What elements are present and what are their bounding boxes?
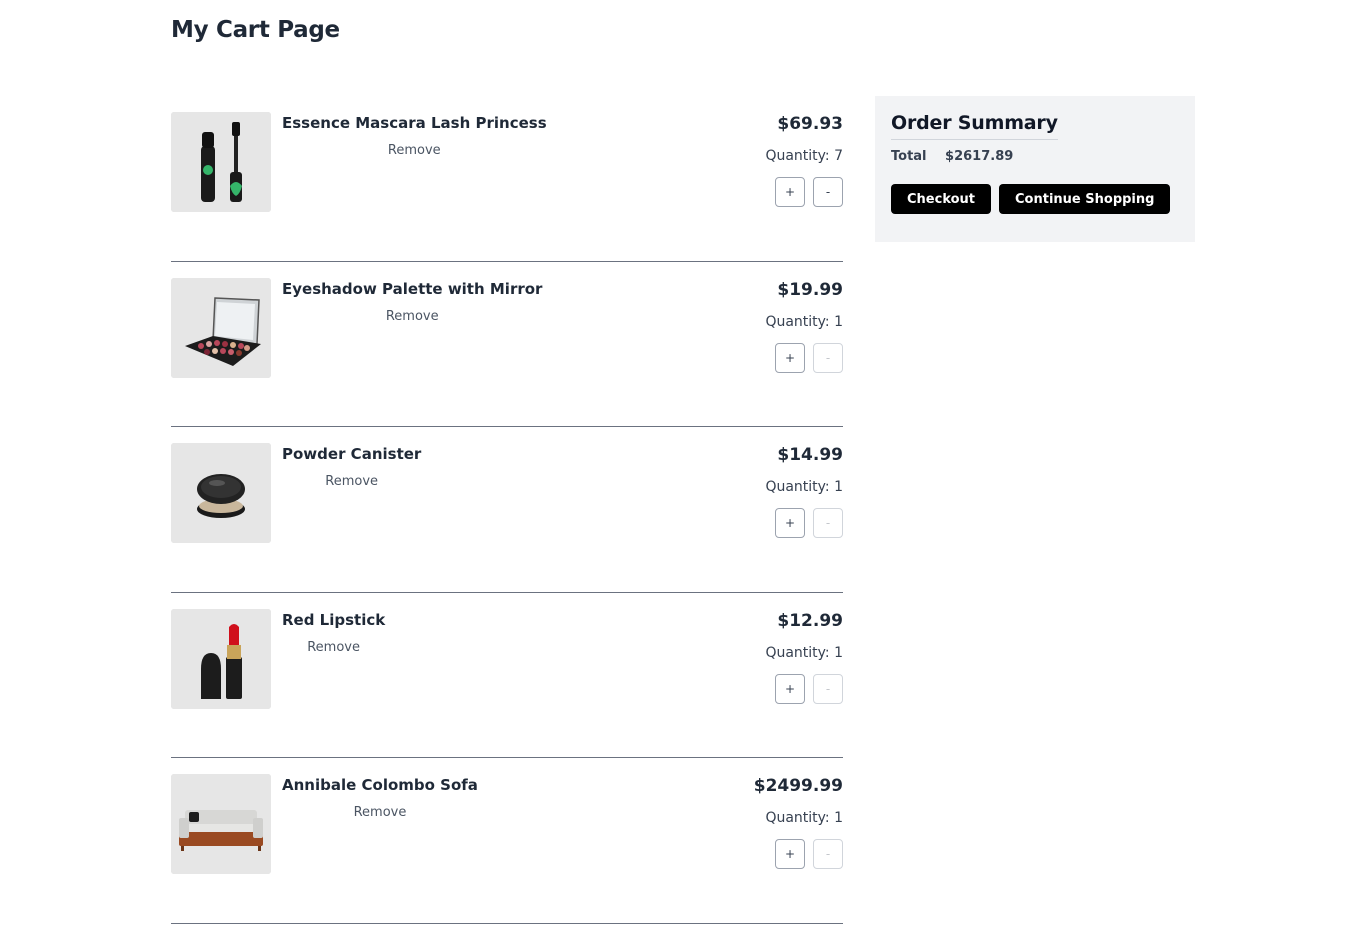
decrease-quantity-button[interactable]: - [813,342,843,373]
item-price-block: $69.93 Quantity: 7 + - [765,114,843,207]
item-quantity: Quantity: 1 [765,479,843,495]
decrease-quantity-button[interactable]: - [813,673,843,704]
order-total: Total $2617.89 [891,149,1179,164]
item-price-block: $14.99 Quantity: 1 + - [765,445,843,538]
item-quantity: Quantity: 1 [765,313,843,330]
item-price: $69.93 [777,114,843,134]
decrease-quantity-button[interactable]: - [813,177,843,207]
summary-actions: Checkout Continue Shopping [891,184,1179,214]
quantity-controls: + - [765,508,843,538]
decrease-quantity-button[interactable]: - [813,839,843,869]
increase-quantity-button[interactable]: + [775,342,805,373]
item-price: $12.99 [777,610,843,631]
increase-quantity-button[interactable]: + [775,177,805,207]
cart-list: Essence Mascara Lash Princess Remove $69… [171,96,843,924]
sofa-image [171,774,271,874]
quantity-controls: + - [765,342,843,373]
cart-item: Essence Mascara Lash Princess Remove $69… [171,96,843,262]
item-price-block: $12.99 Quantity: 1 + - [765,611,843,704]
cart-item: Annibale Colombo Sofa Remove $2499.99 Qu… [171,758,843,924]
order-total-value: $2617.89 [945,149,1014,164]
item-name: Powder Canister [282,445,422,463]
item-info: Red Lipstick Remove [282,611,385,655]
order-summary-title: Order Summary [891,112,1058,140]
increase-quantity-button[interactable]: + [775,673,805,704]
mascara-image [171,112,271,212]
remove-button[interactable]: Remove [282,143,547,158]
item-price-block: $2499.99 Quantity: 1 + - [754,776,843,869]
item-info: Essence Mascara Lash Princess Remove [282,114,547,158]
item-name: Red Lipstick [282,610,386,629]
lipstick-image [171,608,271,709]
item-quantity: Quantity: 7 [765,148,843,164]
page-title: My Cart Page [171,17,340,43]
quantity-controls: + - [765,673,843,704]
item-name: Essence Mascara Lash Princess [282,114,547,132]
checkout-button[interactable]: Checkout [891,184,992,214]
quantity-controls: + - [765,177,843,207]
decrease-quantity-button[interactable]: - [813,508,843,538]
order-summary-panel: Order Summary Total $2617.89 Checkout Co… [875,96,1195,242]
cart-item: Eyeshadow Palette with Mirror Remove $19… [171,262,843,427]
increase-quantity-button[interactable]: + [775,508,805,538]
powder-canister-image [171,443,271,543]
item-name: Eyeshadow Palette with Mirror [282,279,543,298]
remove-button[interactable]: Remove [282,805,478,820]
item-info: Annibale Colombo Sofa Remove [282,776,478,820]
remove-button[interactable]: Remove [282,309,542,324]
continue-shopping-button[interactable]: Continue Shopping [999,184,1171,214]
item-price: $14.99 [777,445,843,465]
item-info: Powder Canister Remove [282,445,421,489]
item-name: Annibale Colombo Sofa [282,776,478,794]
item-info: Eyeshadow Palette with Mirror Remove [282,280,542,324]
item-quantity: Quantity: 1 [765,644,843,661]
remove-button[interactable]: Remove [282,640,385,655]
item-price-block: $19.99 Quantity: 1 + - [765,280,843,373]
cart-item: Red Lipstick Remove $12.99 Quantity: 1 +… [171,593,843,758]
cart-item: Powder Canister Remove $14.99 Quantity: … [171,427,843,593]
item-quantity: Quantity: 1 [765,810,843,826]
quantity-controls: + - [754,839,843,869]
order-total-label: Total [891,149,927,164]
eyeshadow-palette-image [171,277,271,378]
item-price: $2499.99 [753,776,843,796]
item-price: $19.99 [777,279,843,300]
remove-button[interactable]: Remove [282,474,421,489]
increase-quantity-button[interactable]: + [775,839,805,869]
